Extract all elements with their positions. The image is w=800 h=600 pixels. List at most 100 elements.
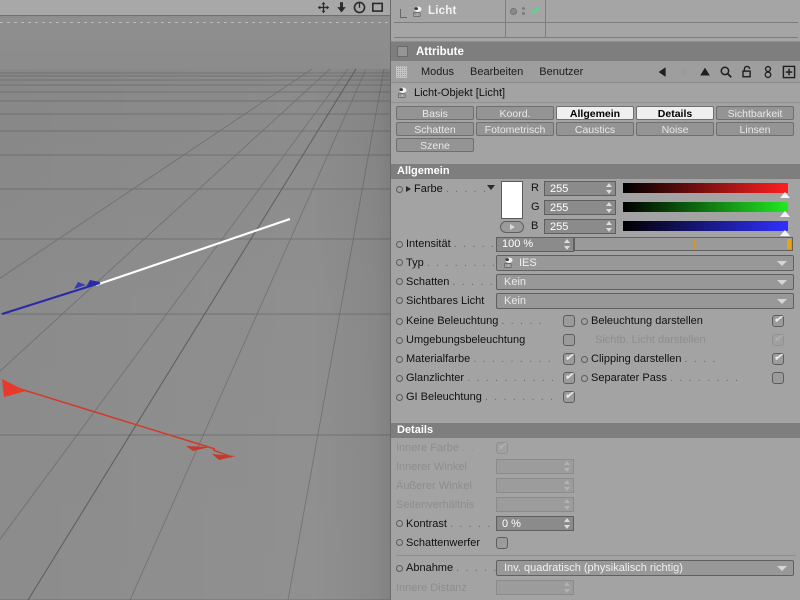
tab-koord[interactable]: Koord. [476,106,554,120]
schatten-dropdown[interactable]: Kein [496,274,794,290]
menu-benutzer[interactable]: Benutzer [531,66,591,78]
channel-b-field[interactable]: 255 [544,219,616,234]
back-arrow-icon[interactable] [656,65,670,79]
keyframe-dot-icon[interactable] [396,356,403,363]
panel-grip-icon[interactable] [396,66,407,78]
channel-g-spinner[interactable] [604,202,613,213]
typ-dropdown[interactable]: IES IES [496,255,794,271]
channel-g-gradient-slider[interactable] [623,202,788,212]
channel-g-field[interactable]: 255 [544,200,616,215]
channel-r-value: 255 [550,183,568,195]
clipping-darstellen-row: Clipping darstellen . . . . ✔ [581,350,796,368]
keyframe-dot-icon[interactable] [396,297,403,304]
add-icon[interactable] [782,65,796,79]
tab-szene[interactable]: Szene [396,138,474,152]
beleuchtung-darstellen-checkbox[interactable]: ✔ [772,315,784,327]
kontrast-row: Kontrast . . . . . . 0 % [391,514,800,533]
keyframe-dot-icon[interactable] [396,241,403,248]
kontrast-label-group: Kontrast . . . . . . [396,518,496,530]
channel-r-spinner[interactable] [604,183,613,194]
rotate-icon[interactable] [353,1,366,14]
channel-r-field[interactable]: 255 [544,181,616,196]
typ-label-group: Typ . . . . . . . . . [396,257,496,269]
separater-pass-checkbox[interactable] [772,372,784,384]
farbe-swatch[interactable] [501,181,523,219]
chevron-down-icon[interactable] [777,261,787,266]
innerer-winkel-field: 0 ° [496,459,574,474]
chevron-down-icon[interactable] [777,280,787,285]
chevron-down-icon[interactable] [777,299,787,304]
enabled-check-icon[interactable]: ✔ [530,5,540,17]
visibility-dot-icon[interactable] [510,8,517,15]
channel-b-spinner[interactable] [604,221,613,232]
object-visibility-dots[interactable]: ✔ [506,0,546,23]
menu-bearbeiten[interactable]: Bearbeiten [462,66,531,78]
tab-sichtbarkeit[interactable]: Sichtbarkeit [716,106,794,120]
keyframe-dot-icon[interactable] [396,394,403,401]
schattenwerfer-checkbox[interactable] [496,537,508,549]
object-manager-row[interactable]: IES Licht ✔ [394,0,798,23]
channel-b-marker[interactable] [780,230,790,236]
visibility-dot-pair-icon[interactable] [522,7,525,15]
tab-fotometrisch[interactable]: Fotometrisch [476,122,554,136]
expand-triangle-icon[interactable] [406,186,411,192]
farbe-dropdown-triangle-icon[interactable] [487,185,495,190]
object-item-licht[interactable]: IES Licht [394,0,506,23]
keyframe-dot-icon[interactable] [396,259,403,266]
channel-r-marker[interactable] [780,192,790,198]
forward-arrow-icon[interactable] [677,65,691,79]
channel-g-marker[interactable] [780,211,790,217]
gi-beleuchtung-row: GI Beleuchtung . . . . . . . . ✔ [391,388,581,406]
keyframe-dot-icon[interactable] [396,539,403,546]
panel-toggle-checkbox[interactable] [397,46,408,57]
keyframe-dot-icon[interactable] [396,337,403,344]
tab-details[interactable]: Details [636,106,714,120]
maximize-icon[interactable] [371,1,384,14]
intensitaet-spinner[interactable] [562,239,571,250]
farbe-expand-button[interactable] [500,221,524,233]
link-icon[interactable] [761,65,775,79]
channel-r-gradient-slider[interactable] [623,183,788,193]
viewport-scene[interactable] [0,17,390,600]
channel-b-gradient-slider[interactable] [623,221,788,231]
keyframe-dot-icon[interactable] [396,520,403,527]
separater-pass-label: Separater Pass [591,372,667,384]
keyframe-dot-icon[interactable] [396,375,403,382]
tab-linsen[interactable]: Linsen [716,122,794,136]
intensitaet-handle[interactable] [787,239,791,249]
lock-icon[interactable] [740,65,754,79]
kontrast-spinner[interactable] [562,518,571,529]
tab-caustics[interactable]: Caustics [556,122,634,136]
sichtbares-licht-dropdown[interactable]: Kein [496,293,794,309]
keyframe-dot-icon[interactable] [581,356,588,363]
tab-noise[interactable]: Noise [636,122,714,136]
keyframe-dot-icon[interactable] [581,318,588,325]
down-arrow-icon[interactable] [335,1,348,14]
viewport-3d[interactable] [0,0,390,600]
keine-beleuchtung-checkbox[interactable] [563,315,575,327]
intensitaet-field[interactable]: 100 % [496,237,574,252]
keyframe-dot-icon[interactable] [581,375,588,382]
kontrast-field[interactable]: 0 % [496,516,574,531]
menu-modus[interactable]: Modus [413,66,462,78]
intensitaet-slider[interactable] [574,237,793,251]
keyframe-dot-icon[interactable] [396,186,403,193]
umgebungsbeleuchtung-checkbox[interactable] [563,334,575,346]
tab-schatten[interactable]: Schatten [396,122,474,136]
gi-beleuchtung-checkbox[interactable]: ✔ [563,391,575,403]
panel-title: Attribute [416,46,464,58]
search-icon[interactable] [719,65,733,79]
abnahme-dropdown[interactable]: Inv. quadratisch (physikalisch richtig) [496,560,794,576]
keyframe-dot-icon[interactable] [396,278,403,285]
keyframe-dot-icon[interactable] [396,565,403,572]
move-icon[interactable] [317,1,330,14]
materialfarbe-label-group: Materialfarbe . . . . . . . . . [396,353,552,365]
materialfarbe-checkbox[interactable]: ✔ [563,353,575,365]
tab-allgemein[interactable]: Allgemein [556,106,634,120]
up-arrow-icon[interactable] [698,65,712,79]
chevron-down-icon[interactable] [777,566,787,571]
glanzlichter-checkbox[interactable]: ✔ [563,372,575,384]
clipping-darstellen-checkbox[interactable]: ✔ [772,353,784,365]
tab-basis[interactable]: Basis [396,106,474,120]
keyframe-dot-icon[interactable] [396,318,403,325]
